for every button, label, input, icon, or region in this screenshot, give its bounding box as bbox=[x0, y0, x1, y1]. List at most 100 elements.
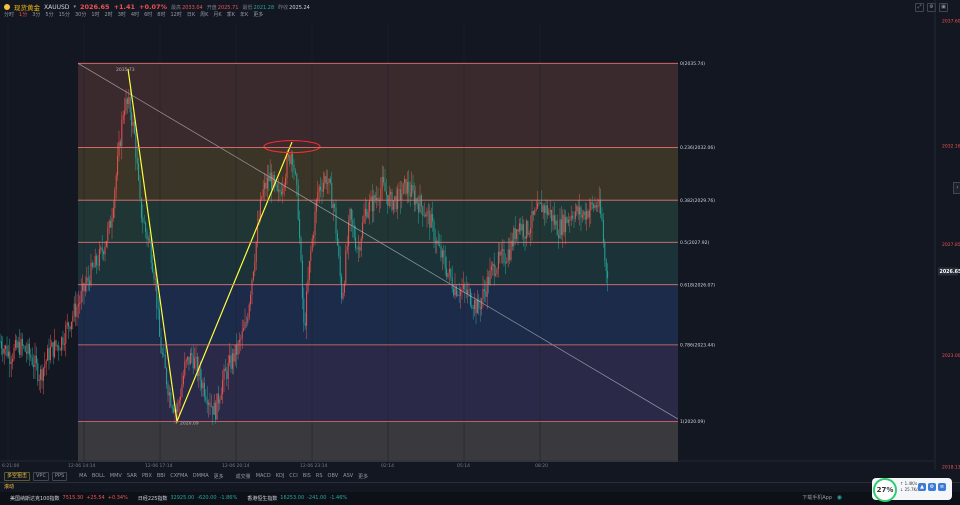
candle-body bbox=[80, 291, 82, 303]
main-indicator-1[interactable]: BOLL bbox=[92, 473, 105, 480]
candle-body bbox=[199, 366, 201, 381]
candle-body bbox=[143, 222, 145, 224]
sub-indicator-6[interactable]: OBV bbox=[328, 473, 339, 480]
candle-body bbox=[329, 178, 331, 183]
sub-indicator-4[interactable]: BIS bbox=[303, 473, 311, 480]
system-monitor-widget[interactable]: 27% ↑ 1.4K/s ↓ 25.7K/s ▲ ⚙ ≡ bbox=[872, 478, 952, 502]
time-tick-3: 12-06 20:14 bbox=[222, 463, 250, 469]
candle-body bbox=[310, 250, 312, 261]
candle-body bbox=[125, 98, 127, 111]
candle-body bbox=[40, 369, 42, 380]
candle-body bbox=[138, 163, 140, 181]
candle-body bbox=[194, 358, 196, 369]
sub-indicator-7[interactable]: ASV bbox=[343, 473, 353, 480]
candle-body bbox=[180, 396, 182, 401]
candle-body bbox=[423, 215, 425, 216]
candle-body bbox=[248, 304, 250, 318]
candle-body bbox=[604, 242, 606, 261]
candle-body bbox=[317, 191, 319, 200]
candle-body bbox=[299, 219, 301, 239]
sub-indicator-5[interactable]: RS bbox=[316, 473, 323, 480]
candle-body bbox=[91, 262, 93, 267]
candle-body bbox=[341, 276, 343, 299]
candle-body bbox=[234, 344, 236, 362]
sub-indicator-1[interactable]: MACD bbox=[256, 473, 271, 480]
candle-body bbox=[397, 189, 399, 210]
toolbar-button-0[interactable]: 多空狙击 bbox=[4, 471, 31, 481]
main-indicator-4[interactable]: PBX bbox=[142, 473, 152, 480]
candle-body bbox=[133, 121, 135, 134]
candle-body bbox=[19, 341, 21, 355]
candle-body bbox=[514, 228, 516, 239]
candle-body bbox=[441, 250, 443, 258]
candle-body bbox=[497, 251, 499, 269]
candle-body bbox=[357, 247, 359, 249]
candle-body bbox=[45, 360, 47, 365]
main-indicator-0[interactable]: MA bbox=[79, 473, 87, 480]
price-chart[interactable]: 2035.732020.09 0(2035.74)0.236(2032.06)0… bbox=[0, 0, 960, 470]
candle-body bbox=[24, 346, 26, 352]
gear-icon[interactable]: ⚙ bbox=[928, 483, 936, 491]
candle-body bbox=[549, 209, 551, 213]
ticker-chg: -241.00 bbox=[307, 495, 327, 501]
candle-body bbox=[181, 384, 183, 397]
fib-zone-bottom bbox=[78, 421, 678, 462]
main-indicator-5[interactable]: BBI bbox=[157, 473, 165, 480]
main-indicator-6[interactable]: CXFMA bbox=[170, 473, 188, 480]
sub-indicator-0[interactable]: 成交量 bbox=[236, 473, 251, 480]
candle-body bbox=[422, 206, 424, 216]
candle-body bbox=[590, 202, 592, 211]
time-tick-6: 05:14 bbox=[457, 463, 470, 469]
download-app-link[interactable]: 下载手机App bbox=[802, 494, 832, 501]
sub-indicator-8[interactable]: 更多 bbox=[358, 473, 368, 480]
rocket-icon[interactable]: ▲ bbox=[918, 483, 926, 491]
candle-body bbox=[391, 191, 393, 210]
time-tick-0: 6:21:00 bbox=[2, 463, 19, 469]
ticker-pct: -1.86% bbox=[219, 495, 238, 501]
main-indicator-7[interactable]: DMMA bbox=[193, 473, 209, 480]
candle-body bbox=[493, 263, 495, 276]
candle-body bbox=[98, 249, 100, 266]
candle-body bbox=[507, 249, 509, 262]
candle-body bbox=[205, 396, 207, 400]
time-tick-5: 02:14 bbox=[381, 463, 394, 469]
main-indicator-3[interactable]: SAR bbox=[127, 473, 137, 480]
candle-body bbox=[566, 217, 568, 223]
candle-body bbox=[454, 286, 456, 296]
main-indicator-2[interactable]: MMV bbox=[110, 473, 122, 480]
candle-body bbox=[476, 299, 478, 314]
candle-body bbox=[381, 176, 383, 189]
wifi-icon: ◉ bbox=[836, 494, 842, 501]
candle-body bbox=[56, 345, 58, 347]
sub-indicator-3[interactable]: CCI bbox=[289, 473, 297, 480]
candle-body bbox=[342, 292, 344, 299]
candle-body bbox=[523, 224, 525, 237]
candle-body bbox=[325, 175, 327, 184]
candle-body bbox=[201, 380, 203, 389]
candle-body bbox=[591, 202, 593, 205]
candle-body bbox=[163, 354, 165, 356]
candle-body bbox=[324, 175, 326, 183]
price-tick-1: 2032.16 bbox=[942, 143, 960, 149]
sub-indicator-2[interactable]: KDJ bbox=[276, 473, 285, 480]
candle-body bbox=[166, 368, 168, 385]
candle-body bbox=[301, 260, 303, 299]
candle-body bbox=[481, 299, 483, 310]
menu-icon[interactable]: ≡ bbox=[938, 483, 946, 491]
toolbar-button-1[interactable]: VPC bbox=[33, 471, 49, 481]
candle-body bbox=[145, 223, 147, 232]
scroll-tab[interactable]: 滚动 bbox=[4, 484, 14, 490]
candle-body bbox=[425, 215, 427, 217]
price-tick-3: 2023.00 bbox=[942, 353, 960, 359]
candle-body bbox=[457, 294, 459, 296]
candle-body bbox=[222, 379, 224, 395]
candle-body bbox=[52, 342, 54, 357]
ticker-item-0[interactable]: 美国纳斯达克100指数 7515.30 +25.54 +0.34% bbox=[10, 495, 128, 502]
main-indicator-8[interactable]: 更多 bbox=[214, 473, 224, 480]
ticker-item-2[interactable]: 香港恒生指数 16253.00 -241.00 -1.46% bbox=[247, 495, 347, 502]
collapse-panel-icon[interactable]: ‹ bbox=[953, 182, 960, 194]
candle-body bbox=[280, 192, 282, 195]
candle-body bbox=[413, 190, 415, 205]
toolbar-button-2[interactable]: PPS bbox=[51, 471, 68, 481]
ticker-item-1[interactable]: 日经225指数 32925.00 -620.00 -1.86% bbox=[138, 495, 237, 502]
